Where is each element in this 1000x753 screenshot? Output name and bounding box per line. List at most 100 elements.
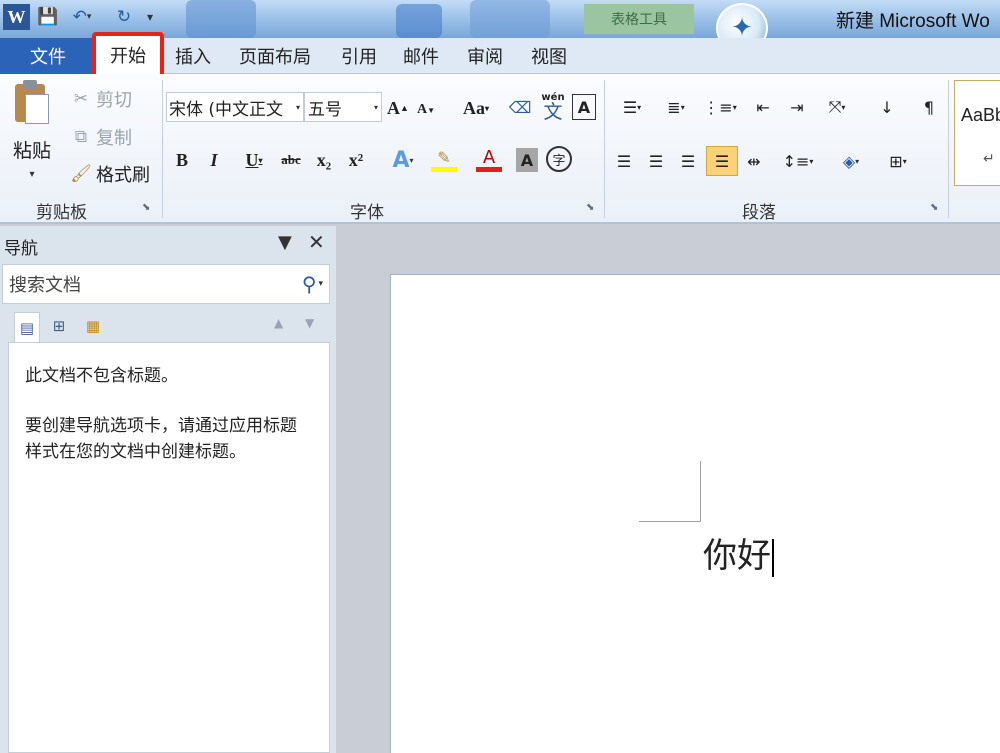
search-input[interactable]: 搜索文档 bbox=[3, 271, 302, 297]
tab-mailings[interactable]: 邮件 bbox=[398, 38, 444, 74]
font-group-label: 字体 bbox=[350, 203, 384, 223]
multilevel-list-icon[interactable]: ⋮≡ ▾ bbox=[700, 94, 740, 120]
dialog-launcher-icon[interactable]: ⬊ bbox=[930, 202, 938, 213]
subscript-button[interactable]: x₂ bbox=[310, 146, 338, 174]
contextual-tab-table-tools[interactable]: 表格工具 bbox=[584, 4, 694, 34]
text-effects-button[interactable]: A ▾ bbox=[384, 146, 422, 174]
align-left-icon[interactable]: ☰ bbox=[610, 148, 638, 174]
font-size-combobox[interactable]: 五号 ▾ bbox=[304, 92, 382, 122]
word-app-icon[interactable]: W bbox=[3, 4, 30, 30]
highlight-color-swatch bbox=[431, 167, 457, 172]
bullets-icon[interactable]: ☰ ▾ bbox=[612, 94, 652, 120]
decrease-indent-icon[interactable]: ⇤ bbox=[748, 94, 778, 120]
bird-logo-icon: ✦ bbox=[716, 3, 768, 38]
copy-label: 复制 bbox=[96, 128, 132, 149]
show-marks-icon[interactable]: ¶ bbox=[914, 94, 944, 120]
undo-icon[interactable]: ↶ ▾ bbox=[66, 4, 98, 30]
chevron-down-icon: ▾ bbox=[373, 102, 378, 112]
previous-arrow-icon[interactable]: ▲ bbox=[274, 316, 283, 330]
sort-icon[interactable]: ↓ bbox=[872, 94, 902, 120]
save-icon[interactable]: 💾 bbox=[36, 4, 60, 30]
blurred-background bbox=[186, 0, 256, 38]
clipboard-paste-icon bbox=[13, 80, 51, 126]
customize-qat-icon[interactable]: ▾ bbox=[143, 4, 157, 30]
copy-button[interactable]: ⧉ 复制 bbox=[70, 124, 132, 150]
font-name-value: 宋体 (中文正文 bbox=[169, 99, 284, 120]
chevron-down-icon: ▾ bbox=[29, 169, 35, 180]
bold-button[interactable]: B bbox=[170, 146, 194, 174]
clear-formatting-icon[interactable]: ⌫ bbox=[506, 92, 534, 122]
tab-browse-pages[interactable]: ⊞ bbox=[46, 312, 72, 340]
search-box[interactable]: 搜索文档 ⚲ ▾ bbox=[2, 264, 330, 304]
superscript-button[interactable]: x² bbox=[342, 146, 370, 174]
create-headings-hint: 要创建导航选项卡，请通过应用标题样式在您的文档中创建标题。 bbox=[25, 416, 297, 462]
justify-icon[interactable]: ☰ bbox=[706, 146, 738, 176]
triangle-down-icon[interactable]: ▼ bbox=[278, 232, 292, 253]
dialog-launcher-icon[interactable]: ⬊ bbox=[142, 202, 150, 213]
redo-icon[interactable]: ↻ bbox=[112, 4, 136, 30]
tab-home[interactable]: 开始 bbox=[92, 32, 164, 78]
line-spacing-icon[interactable]: ↕≡ ▾ bbox=[778, 148, 818, 174]
tab-page-layout[interactable]: 页面布局 bbox=[232, 38, 318, 74]
document-text: 你好 bbox=[703, 536, 771, 576]
no-headings-message: 此文档不包含标题。 bbox=[25, 366, 178, 386]
font-color-button[interactable]: A bbox=[468, 146, 510, 174]
next-arrow-icon[interactable]: ▼ bbox=[305, 316, 314, 330]
cut-button[interactable]: ✂ 剪切 bbox=[70, 86, 132, 112]
brush-icon: 🖌 bbox=[70, 164, 92, 184]
ribbon-tab-row: 文件 开始 插入 页面布局 引用 邮件 审阅 视图 bbox=[0, 32, 1000, 78]
clipboard-group-label: 剪贴板 bbox=[36, 203, 87, 223]
search-icon[interactable]: ⚲ bbox=[302, 272, 317, 296]
group-divider bbox=[948, 80, 949, 218]
format-painter-button[interactable]: 🖌 格式刷 bbox=[70, 161, 150, 187]
tab-view[interactable]: 视图 bbox=[526, 38, 572, 74]
tab-insert[interactable]: 插入 bbox=[170, 38, 216, 74]
navigation-pane: 导航 ▼ ✕ 搜索文档 ⚲ ▾ ▤ ⊞ ▦ ▲ ▼ 此文档不包含标题。 要创建导… bbox=[0, 226, 336, 753]
character-border-button[interactable]: A bbox=[572, 94, 596, 120]
tab-browse-headings[interactable]: ▤ bbox=[14, 312, 40, 342]
tab-browse-results[interactable]: ▦ bbox=[80, 312, 106, 340]
shrink-font-button[interactable]: A ▼ bbox=[414, 96, 438, 124]
document-page[interactable] bbox=[390, 274, 1000, 753]
change-case-button[interactable]: Aa ▾ bbox=[456, 94, 496, 122]
enclose-characters-button[interactable]: 字 bbox=[546, 146, 572, 172]
margin-corner-mark bbox=[639, 521, 701, 522]
character-shading-button[interactable]: A bbox=[516, 148, 538, 172]
phonetic-guide-button[interactable]: wén 文 bbox=[538, 90, 568, 124]
borders-icon[interactable]: ⊞ ▾ bbox=[878, 148, 918, 174]
tab-file[interactable]: 文件 bbox=[0, 38, 96, 74]
chevron-down-icon: ▾ bbox=[295, 102, 300, 112]
grow-font-button[interactable]: A ▲ bbox=[386, 94, 410, 122]
text-direction-icon[interactable]: ⤧ ▾ bbox=[818, 94, 856, 120]
group-divider bbox=[604, 80, 605, 218]
close-icon[interactable]: ✕ bbox=[308, 230, 325, 254]
tab-references[interactable]: 引用 bbox=[336, 38, 382, 74]
distributed-icon[interactable]: ⇹ bbox=[740, 148, 768, 174]
margin-corner-mark bbox=[700, 461, 701, 522]
font-size-value: 五号 bbox=[308, 99, 342, 120]
align-center-icon[interactable]: ☰ bbox=[642, 148, 670, 174]
scissors-icon: ✂ bbox=[73, 89, 89, 109]
format-painter-label: 格式刷 bbox=[96, 165, 150, 186]
highlight-button[interactable]: ✎ bbox=[424, 146, 464, 174]
italic-button[interactable]: I bbox=[202, 146, 226, 174]
strikethrough-button[interactable]: abc bbox=[276, 146, 306, 174]
blurred-background bbox=[470, 0, 550, 38]
dialog-launcher-icon[interactable]: ⬊ bbox=[586, 202, 594, 213]
paste-button[interactable]: 粘贴 ▾ bbox=[6, 80, 58, 190]
paragraph-group-label: 段落 bbox=[742, 203, 776, 223]
style-sample-text: AaBb bbox=[961, 105, 1000, 125]
numbering-icon[interactable]: ≣ ▾ bbox=[656, 94, 696, 120]
font-name-combobox[interactable]: 宋体 (中文正文 ▾ bbox=[166, 92, 304, 122]
document-body-text[interactable]: 你好 bbox=[703, 528, 774, 577]
style-gallery-item[interactable]: AaBb ↵ bbox=[954, 80, 1000, 186]
shading-bucket-icon[interactable]: ◈ ▾ bbox=[830, 148, 872, 174]
align-right-icon[interactable]: ☰ bbox=[674, 148, 702, 174]
tab-review[interactable]: 审阅 bbox=[462, 38, 508, 74]
increase-indent-icon[interactable]: ⇥ bbox=[782, 94, 812, 120]
window-title: 新建 Microsoft Wo bbox=[836, 11, 990, 32]
chevron-down-icon[interactable]: ▾ bbox=[318, 279, 323, 289]
highlighter-icon: ✎ bbox=[437, 148, 451, 167]
underline-button[interactable]: U ▾ bbox=[234, 146, 274, 174]
nav-pane-title: 导航 bbox=[4, 239, 38, 259]
